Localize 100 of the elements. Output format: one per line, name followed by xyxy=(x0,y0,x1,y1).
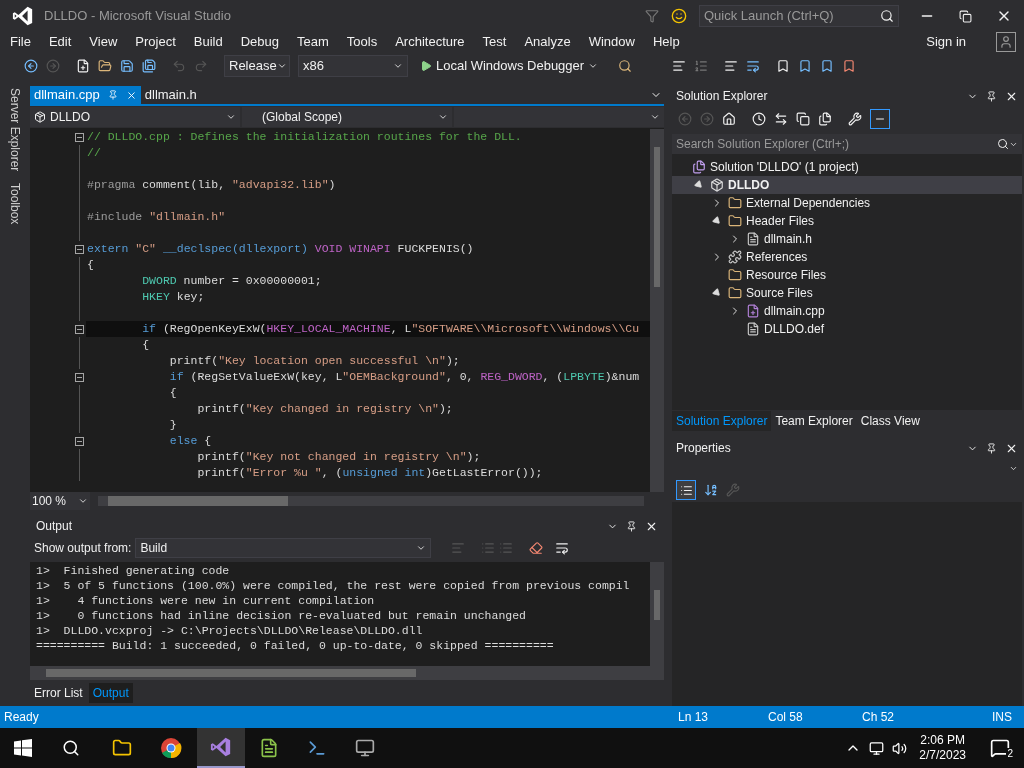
clear-bookmarks-icon[interactable] xyxy=(842,59,857,73)
restore-icon[interactable] xyxy=(959,9,972,23)
sort-alphabetical-icon[interactable] xyxy=(704,483,718,497)
bottom-tab[interactable]: Error List xyxy=(30,683,87,703)
tree-item[interactable]: Header Files xyxy=(672,212,1022,230)
menu-item[interactable]: Build xyxy=(193,32,223,52)
menu-item[interactable]: Tools xyxy=(346,32,378,52)
account-avatar[interactable] xyxy=(996,32,1016,52)
side-tab[interactable]: Toolbox xyxy=(6,183,24,225)
new-file-icon[interactable] xyxy=(76,59,90,73)
tree-item[interactable]: References xyxy=(672,248,1022,266)
smiley-icon[interactable] xyxy=(671,8,687,24)
menu-item[interactable]: Test xyxy=(482,32,507,52)
editor-tab[interactable]: dllmain.cpp xyxy=(30,86,141,104)
menu-item[interactable]: Team xyxy=(297,32,329,52)
expanded-arrow-icon[interactable] xyxy=(711,215,723,227)
close-tab-icon[interactable] xyxy=(125,89,137,101)
search-icon[interactable] xyxy=(880,9,894,23)
file-explorer-icon[interactable] xyxy=(112,738,132,758)
menu-item[interactable]: Window xyxy=(588,32,635,52)
search-icon[interactable] xyxy=(62,739,80,757)
pin-icon[interactable] xyxy=(626,520,637,532)
fold-toggle[interactable] xyxy=(75,133,84,142)
side-tab[interactable]: Server Explorer xyxy=(6,88,24,172)
platform-dropdown[interactable]: x86 xyxy=(298,55,408,77)
menu-item[interactable]: Project xyxy=(135,32,176,52)
fold-toggle[interactable] xyxy=(75,245,84,254)
vertical-scrollbar[interactable] xyxy=(650,562,664,666)
quick-launch-field[interactable]: Quick Launch (Ctrl+Q) xyxy=(699,5,899,27)
categorized-toggle[interactable] xyxy=(676,480,696,500)
align-icon[interactable] xyxy=(724,59,739,73)
panel-tab[interactable]: Team Explorer xyxy=(771,411,857,431)
open-folder-icon[interactable] xyxy=(98,59,112,73)
vertical-scrollbar[interactable] xyxy=(650,129,664,492)
panel-tab[interactable]: Class View xyxy=(856,411,924,431)
tree-item[interactable]: Solution 'DLLDO' (1 project) xyxy=(672,158,1022,176)
notepad-icon[interactable] xyxy=(259,738,279,758)
start-icon[interactable] xyxy=(14,739,32,757)
menu-item[interactable]: Help xyxy=(652,32,680,52)
zoom-dropdown[interactable]: 100 % xyxy=(30,492,90,510)
clear-all-icon[interactable] xyxy=(529,541,544,555)
tree-item[interactable]: DLLDO.def xyxy=(672,320,1022,338)
previous-bookmark-icon[interactable] xyxy=(798,59,813,73)
editor-tab[interactable]: dllmain.h xyxy=(140,86,201,104)
find-icon[interactable] xyxy=(618,59,633,73)
browser-icon[interactable] xyxy=(160,737,182,759)
properties-icon[interactable] xyxy=(848,112,862,126)
taskbar-app-active[interactable] xyxy=(197,728,245,768)
project-dropdown[interactable]: DLLDO xyxy=(30,107,240,127)
clock-date[interactable]: 2/7/2023 xyxy=(919,748,966,763)
menu-item[interactable]: Architecture xyxy=(395,32,465,52)
save-all-icon[interactable] xyxy=(142,59,156,73)
tree-item[interactable]: External Dependencies xyxy=(672,194,1022,212)
network-icon[interactable] xyxy=(869,740,885,756)
menu-item[interactable]: View xyxy=(89,32,118,52)
menu-item[interactable]: Analyze xyxy=(524,32,571,52)
scope-dropdown[interactable]: (Global Scope) xyxy=(242,107,452,127)
pin-icon[interactable] xyxy=(986,90,997,102)
search-field[interactable]: Search Solution Explorer (Ctrl+;) xyxy=(672,134,1022,154)
indent-icon[interactable] xyxy=(672,59,687,73)
start-debugger-button[interactable]: Local Windows Debugger xyxy=(416,55,603,77)
output-source-dropdown[interactable]: Build xyxy=(135,538,432,558)
bottom-tab[interactable]: Output xyxy=(88,683,133,703)
clock-time[interactable]: 2:06 PM xyxy=(920,733,965,748)
expanded-arrow-icon[interactable] xyxy=(693,179,705,191)
notification-button[interactable]: 2 xyxy=(988,736,1012,760)
configuration-dropdown[interactable]: Release xyxy=(224,55,290,77)
collapse-all-icon[interactable] xyxy=(796,112,810,126)
tree-item[interactable]: Resource Files xyxy=(672,266,1022,284)
menu-item[interactable]: File xyxy=(10,32,31,52)
menu-item[interactable]: Edit xyxy=(48,32,72,52)
expanded-arrow-icon[interactable] xyxy=(711,287,723,299)
save-icon[interactable] xyxy=(120,59,134,73)
filter-icon[interactable] xyxy=(645,9,659,23)
list-icon[interactable] xyxy=(694,59,709,73)
volume-icon[interactable] xyxy=(892,740,908,756)
clock-icon[interactable] xyxy=(752,112,766,126)
bookmark-icon[interactable] xyxy=(776,59,791,73)
monitor-icon[interactable] xyxy=(355,738,375,758)
preview-toggle[interactable] xyxy=(870,109,890,129)
horizontal-scrollbar[interactable] xyxy=(98,496,644,506)
menu-item[interactable]: Debug xyxy=(240,32,279,52)
back-icon[interactable] xyxy=(24,59,38,73)
sync-icon[interactable] xyxy=(774,112,788,126)
tree-item[interactable]: DLLDO xyxy=(672,176,1022,194)
tree-item[interactable]: Source Files xyxy=(672,284,1022,302)
tree-item[interactable]: dllmain.h xyxy=(672,230,1022,248)
panel-tab[interactable]: Solution Explorer xyxy=(672,411,772,431)
next-bookmark-icon[interactable] xyxy=(820,59,835,73)
fold-toggle[interactable] xyxy=(75,373,84,382)
show-all-files-icon[interactable] xyxy=(818,112,832,126)
home-icon[interactable] xyxy=(722,112,736,126)
fold-toggle[interactable] xyxy=(75,325,84,334)
terminal-icon[interactable] xyxy=(307,738,327,758)
fold-toggle[interactable] xyxy=(75,437,84,446)
horizontal-scrollbar[interactable] xyxy=(30,666,664,680)
comment-icon[interactable] xyxy=(746,59,761,73)
sign-in-link[interactable]: Sign in xyxy=(926,32,966,52)
pin-icon[interactable] xyxy=(986,442,997,454)
search-icon[interactable] xyxy=(997,138,1009,150)
